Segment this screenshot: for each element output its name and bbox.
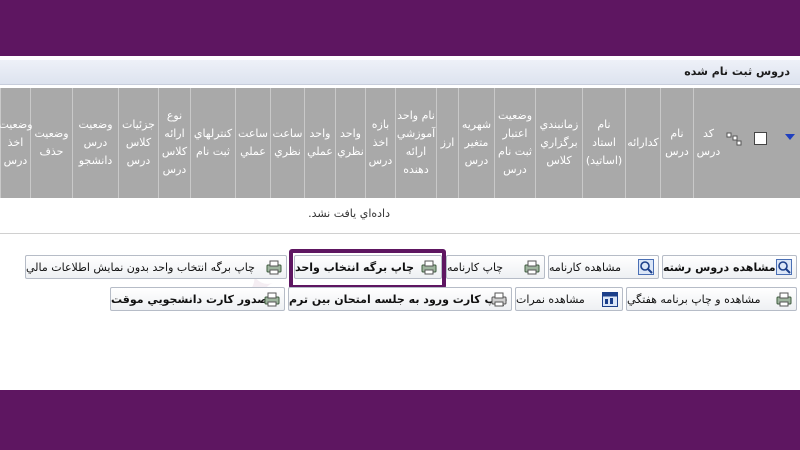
print-selection-no-finance-button[interactable]: چاپ برگه انتخاب واحد بدون نمايش اطلاعات … bbox=[25, 255, 287, 279]
col-code[interactable]: كد درس bbox=[693, 88, 723, 198]
select-all-checkbox[interactable] bbox=[754, 132, 767, 145]
col-practical-units[interactable]: واحد عملي bbox=[304, 88, 335, 198]
col-tuition[interactable]: شهريه متغير درس bbox=[458, 88, 494, 198]
grid-header: كد درس نام درس كدارائه نام استاد (اساتيد… bbox=[0, 88, 800, 198]
col-range[interactable]: بازه اخذ درس bbox=[365, 88, 395, 198]
view-grades-button[interactable]: مشاهده نمرات bbox=[515, 287, 623, 311]
col-currency[interactable]: ارز bbox=[436, 88, 458, 198]
issue-temp-card-button[interactable]: صدور كارت دانشجويي موقت bbox=[110, 287, 285, 311]
col-theory-hours[interactable]: ساعت نظري bbox=[270, 88, 304, 198]
col-reg-checks[interactable]: كنترلهاي ثبت نام bbox=[190, 88, 235, 198]
col-theory-units[interactable]: واحد نظري bbox=[335, 88, 365, 198]
printer-icon bbox=[491, 292, 507, 307]
col-schedule[interactable]: زمانبندي برگزاري كلاس bbox=[535, 88, 582, 198]
view-print-weekly-button[interactable]: مشاهده و چاپ برنامه هفتگي bbox=[626, 287, 797, 311]
printer-icon bbox=[264, 292, 280, 307]
calendar-icon bbox=[602, 292, 618, 307]
printer-icon bbox=[524, 260, 540, 275]
col-teacher[interactable]: نام استاد (اساتيد) bbox=[582, 88, 625, 198]
col-group[interactable]: كدارائه bbox=[625, 88, 660, 198]
bottom-frame-band bbox=[0, 390, 800, 450]
print-report-card-button[interactable]: چاپ كارنامه bbox=[446, 255, 545, 279]
col-class-details[interactable]: جزئيات كلاس درس bbox=[118, 88, 158, 198]
registered-courses-panel: ✦ دروس ثبت نام شده كد درس نام درس كدارائ… bbox=[0, 56, 800, 390]
grid-divider bbox=[0, 233, 800, 234]
sort-down-icon[interactable] bbox=[785, 134, 795, 140]
col-student-status[interactable]: وضعيت درس دانشجو bbox=[72, 88, 118, 198]
view-field-courses-button[interactable]: مشاهده دروس رشته bbox=[662, 255, 797, 279]
empty-grid-row: داده‌اي يافت نشد. bbox=[0, 201, 800, 229]
col-class-type[interactable]: نوع ارائه كلاس درس bbox=[158, 88, 190, 198]
top-frame-band bbox=[0, 0, 800, 56]
col-delete-status[interactable]: وضعيت حذف bbox=[30, 88, 72, 198]
panel-title-bar: دروس ثبت نام شده bbox=[0, 60, 800, 85]
empty-message: داده‌اي يافت نشد. bbox=[308, 207, 390, 220]
panel-title: دروس ثبت نام شده bbox=[684, 65, 790, 78]
col-unit-name[interactable]: نام واحد آموزشي ارائه دهنده bbox=[395, 88, 436, 198]
magnifier-icon bbox=[776, 259, 792, 275]
printer-icon bbox=[266, 260, 282, 275]
highlight-frame bbox=[289, 249, 446, 289]
print-exam-card-button[interactable]: چاپ كارت ورود به جلسه امتحان بين ترم bbox=[288, 287, 512, 311]
col-practical-hours[interactable]: ساعت عملي bbox=[235, 88, 270, 198]
view-report-card-button[interactable]: مشاهده كارنامه bbox=[548, 255, 659, 279]
col-name[interactable]: نام درس bbox=[660, 88, 693, 198]
grid-settings-icon[interactable] bbox=[726, 132, 742, 146]
col-take-status[interactable]: وضعيت اخذ درس bbox=[0, 88, 33, 198]
printer-icon bbox=[776, 292, 792, 307]
magnifier-icon bbox=[638, 259, 654, 275]
col-credit-status[interactable]: وضعيت اعتبار ثبت نام درس bbox=[494, 88, 535, 198]
